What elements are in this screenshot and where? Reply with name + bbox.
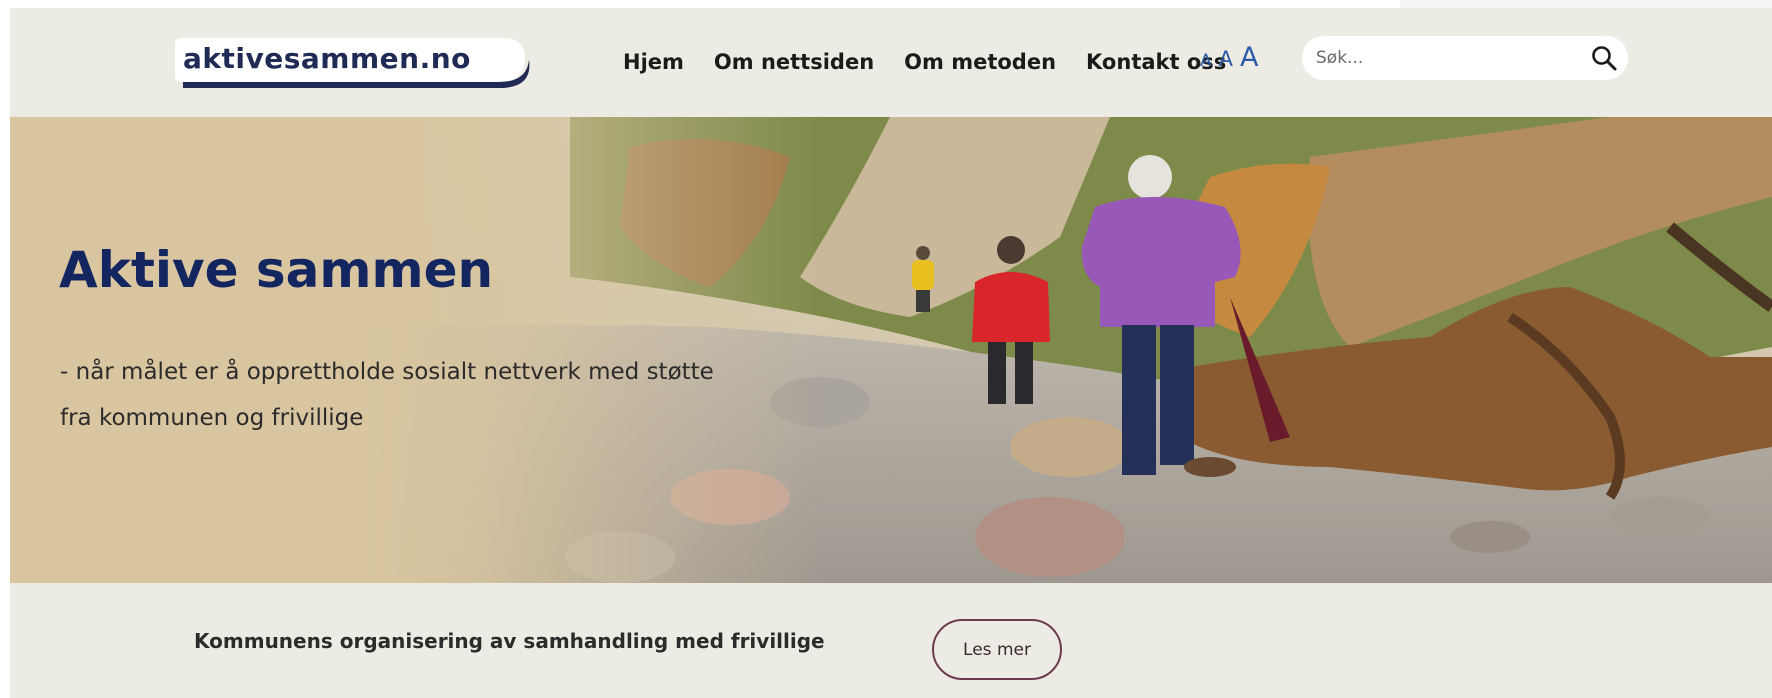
font-size-large-button[interactable]: A (1240, 42, 1258, 73)
search-icon[interactable] (1590, 44, 1618, 72)
nav-item-om-nettsiden[interactable]: Om nettsiden (714, 50, 874, 74)
hero-banner: Aktive sammen - når målet er å opprettho… (10, 117, 1772, 583)
hero-subtitle: - når målet er å opprettholde sosialt ne… (60, 359, 714, 431)
font-size-controls: A A A (1200, 42, 1259, 73)
nav-item-om-metoden[interactable]: Om metoden (904, 50, 1056, 74)
top-strip (1400, 0, 1772, 8)
font-size-medium-button[interactable]: A (1219, 47, 1233, 71)
page: aktivesammen.no Hjem Om nettsiden Om met… (10, 8, 1772, 698)
info-text: Kommunens organisering av samhandling me… (194, 629, 825, 653)
read-more-button[interactable]: Les mer (932, 619, 1062, 680)
main-nav: Hjem Om nettsiden Om metoden Kontakt oss (623, 50, 1226, 74)
info-bar: Kommunens organisering av samhandling me… (10, 583, 1772, 698)
hero-title: Aktive sammen (59, 241, 494, 299)
search-box (1302, 36, 1628, 80)
site-logo[interactable]: aktivesammen.no (173, 38, 533, 88)
logo-text: aktivesammen.no (183, 42, 471, 75)
site-header: aktivesammen.no Hjem Om nettsiden Om met… (10, 8, 1772, 117)
search-input[interactable] (1316, 48, 1566, 68)
font-size-small-button[interactable]: A (1200, 51, 1212, 71)
nav-item-hjem[interactable]: Hjem (623, 50, 684, 74)
